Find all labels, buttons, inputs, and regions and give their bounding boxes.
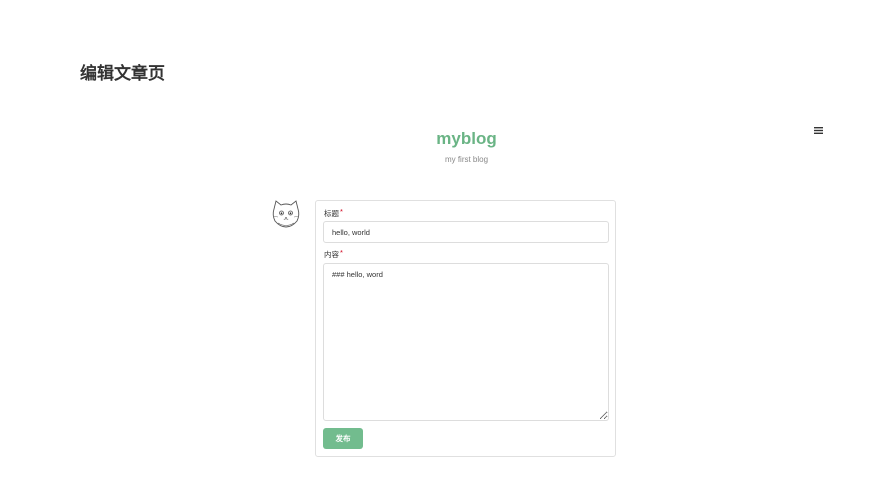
- cat-face-icon: [272, 200, 300, 228]
- site-tagline: my first blog: [444, 155, 489, 164]
- content-textarea[interactable]: ### hello, word: [323, 263, 609, 421]
- content-required-mark: *: [340, 248, 343, 257]
- avatar[interactable]: [270, 199, 302, 229]
- post-editor-form: 标题* 内容* ### hello, word 发布: [315, 200, 616, 457]
- page-title: 编辑文章页: [80, 64, 165, 83]
- title-input[interactable]: [323, 221, 609, 243]
- content-label: 内容*: [324, 248, 343, 260]
- content-label-text: 内容: [324, 250, 339, 259]
- title-required-mark: *: [340, 207, 343, 216]
- title-label-text: 标题: [324, 209, 339, 218]
- hamburger-menu-icon[interactable]: [811, 123, 825, 137]
- site-name-link[interactable]: myblog: [0, 128, 879, 150]
- title-label: 标题*: [324, 207, 343, 219]
- publish-button[interactable]: 发布: [323, 428, 363, 449]
- site-header: myblog my first blog: [0, 128, 879, 165]
